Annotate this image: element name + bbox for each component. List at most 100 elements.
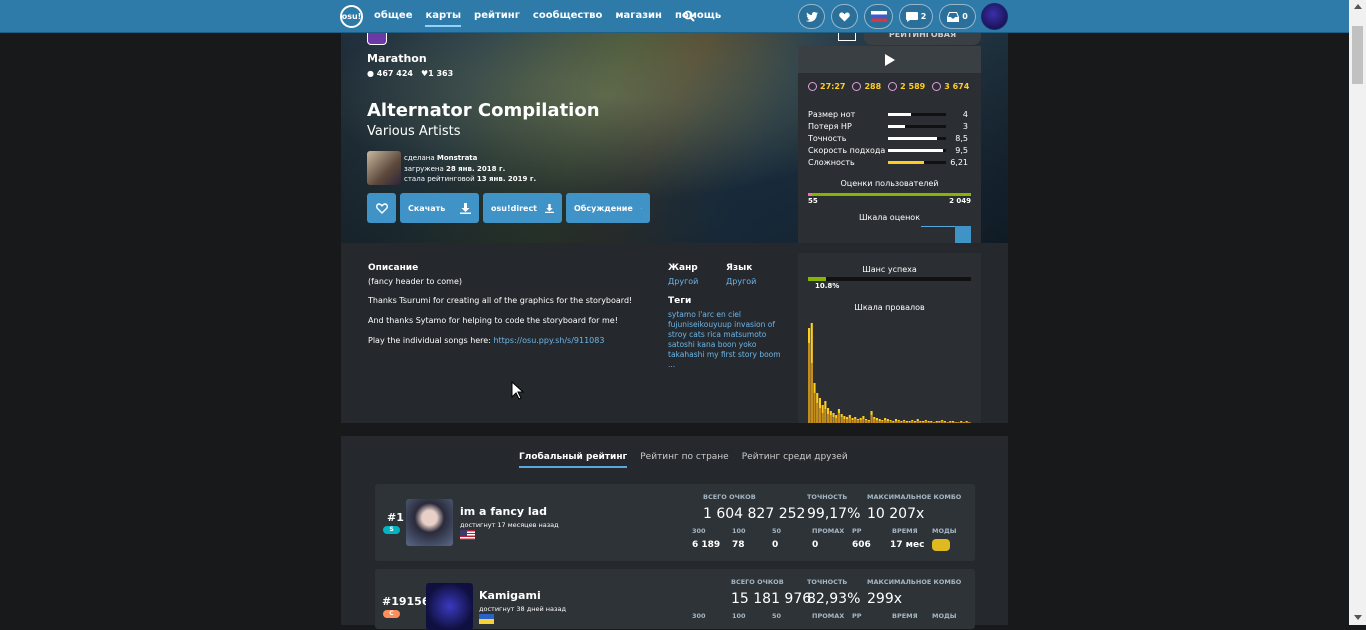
exit-bar [843, 419, 846, 423]
attribute-value: 4 [962, 109, 968, 119]
download-button[interactable]: Скачать [400, 193, 479, 223]
tags-list[interactable]: sytamo l'arc en ciel fujuniseikouyuup in… [668, 310, 786, 370]
attribute-fill [888, 124, 906, 128]
total-score: 1 604 827 252 [703, 506, 806, 522]
user-avatar[interactable] [981, 3, 1008, 30]
nav-link-help[interactable]: помощь [675, 10, 721, 21]
ua-flag-icon[interactable] [479, 614, 494, 624]
exit-bar [821, 413, 824, 423]
nav-link-beatmaps[interactable]: карты [425, 10, 461, 27]
flag-canton [460, 530, 467, 536]
tab-global[interactable]: Глобальный рейтинг [519, 452, 628, 468]
pp-header: PP [852, 612, 862, 620]
link-prefix: Play the individual songs here: [368, 336, 494, 345]
nav-link-general[interactable]: общее [374, 10, 412, 21]
language-button[interactable] [864, 4, 893, 29]
combo-header: МАКСИМАЛЬНОЕ КОМБО [867, 493, 962, 501]
user-avatar[interactable] [406, 499, 453, 546]
twitter-icon [805, 11, 818, 22]
time-header: ВРЕМЯ [892, 527, 918, 535]
user-avatar[interactable] [426, 583, 473, 630]
favourite-count: ♥1 363 [421, 69, 453, 78]
play-icon [884, 53, 895, 66]
description-link-line: Play the individual songs here: https://… [368, 336, 604, 345]
exit-bar [913, 422, 917, 423]
count-300: 6 189 [692, 540, 721, 550]
mapper-avatar[interactable] [367, 151, 401, 185]
submitted-date: 28 янв. 2018 г. [446, 164, 506, 173]
nav-link-community[interactable]: сообщество [533, 10, 602, 21]
play-icon: ● [367, 69, 374, 78]
messages-button[interactable]: 2 [899, 4, 933, 29]
description-line: Thanks Tsurumi for creating all of the g… [368, 296, 633, 305]
description-line: And thanks Sytamo for helping to code th… [368, 316, 618, 325]
achieved-date: достигнут 17 месяцев назад [460, 521, 559, 529]
us-flag-icon[interactable] [460, 530, 475, 540]
beatmap-title[interactable]: Alternator Compilation [367, 100, 600, 121]
edit-icon[interactable] [838, 33, 856, 41]
exit-bar [943, 422, 946, 423]
length-stat: 27:27 [808, 82, 845, 91]
genre-value[interactable]: Другой [668, 277, 698, 286]
favourite-button[interactable] [367, 193, 396, 223]
notifications-count: 0 [962, 12, 968, 21]
beatmap-artist[interactable]: Various Artists [367, 124, 461, 139]
inbox-icon [947, 11, 960, 22]
search-icon[interactable] [683, 10, 695, 22]
osu-logo[interactable]: osu! [340, 5, 363, 28]
total-score: 15 181 976 [731, 591, 812, 607]
max-combo: 10 207x [867, 506, 925, 522]
attribute-fill [888, 160, 925, 164]
heart-icon [839, 12, 850, 21]
success-rate-value: 10.8% [815, 282, 840, 290]
tab-friends[interactable]: Рейтинг среди друзей [742, 452, 848, 462]
mod-icon[interactable] [932, 539, 950, 551]
exit-bar [878, 421, 881, 423]
username[interactable]: Kamigami [479, 589, 541, 602]
osudirect-button[interactable]: osu!direct [483, 193, 562, 223]
page-scrollbar[interactable] [1349, 0, 1366, 625]
submitted-label: загружена [404, 164, 444, 173]
mods-header: МОДЫ [932, 612, 957, 620]
discussion-button[interactable]: Обсуждение [566, 193, 650, 223]
nav-link-rankings[interactable]: рейтинг [474, 10, 520, 21]
difficulty-icon[interactable] [367, 33, 387, 45]
exit-bar [932, 422, 936, 423]
exit-bar [837, 413, 840, 423]
language-value[interactable]: Другой [726, 277, 756, 286]
fail-chart [808, 323, 971, 423]
attribute-label: Размер нот [808, 109, 856, 119]
exit-bar [951, 422, 955, 423]
bpm-stat: 288 [852, 82, 881, 91]
tab-country[interactable]: Рейтинг по стране [640, 452, 728, 462]
exit-bar [965, 422, 968, 423]
scroll-down-arrow[interactable] [1354, 615, 1362, 620]
exit-bar [941, 421, 944, 423]
leaderboard-tabs: Глобальный рейтинг Рейтинг по стране Рей… [519, 452, 848, 468]
favourites-button[interactable] [831, 4, 858, 29]
ranked-label: стала рейтинговой [404, 175, 475, 183]
nav-link-store[interactable]: магазин [615, 10, 662, 21]
notifications-button[interactable]: 0 [939, 4, 976, 29]
user-rating-bar [808, 193, 971, 196]
twitter-button[interactable] [798, 4, 825, 29]
attribute-row: Скорость подхода 9,5 [808, 144, 968, 156]
attribute-label: Скорость подхода [808, 145, 886, 155]
rating-negative-fill [808, 193, 813, 196]
scroll-up-arrow[interactable] [1354, 4, 1362, 9]
exit-bar [911, 421, 914, 423]
mods-header: МОДЫ [932, 527, 957, 535]
songs-link[interactable]: https://osu.ppy.sh/s/911083 [493, 336, 604, 345]
length-value: 27:27 [820, 82, 846, 91]
grade-badge: C [383, 610, 400, 618]
scrollbar-thumb[interactable] [1352, 26, 1363, 84]
preview-play-button[interactable] [798, 46, 981, 73]
exit-bar [954, 422, 957, 423]
sliders-stat: 3 674 [932, 82, 969, 91]
username[interactable]: im a fancy lad [460, 505, 547, 518]
exit-bar [905, 422, 908, 423]
mapper-name[interactable]: Monstrata [437, 154, 478, 162]
total-score-header: ВСЕГО ОЧКОВ [731, 578, 784, 586]
exit-bar [922, 422, 925, 423]
exit-bar [881, 421, 884, 423]
